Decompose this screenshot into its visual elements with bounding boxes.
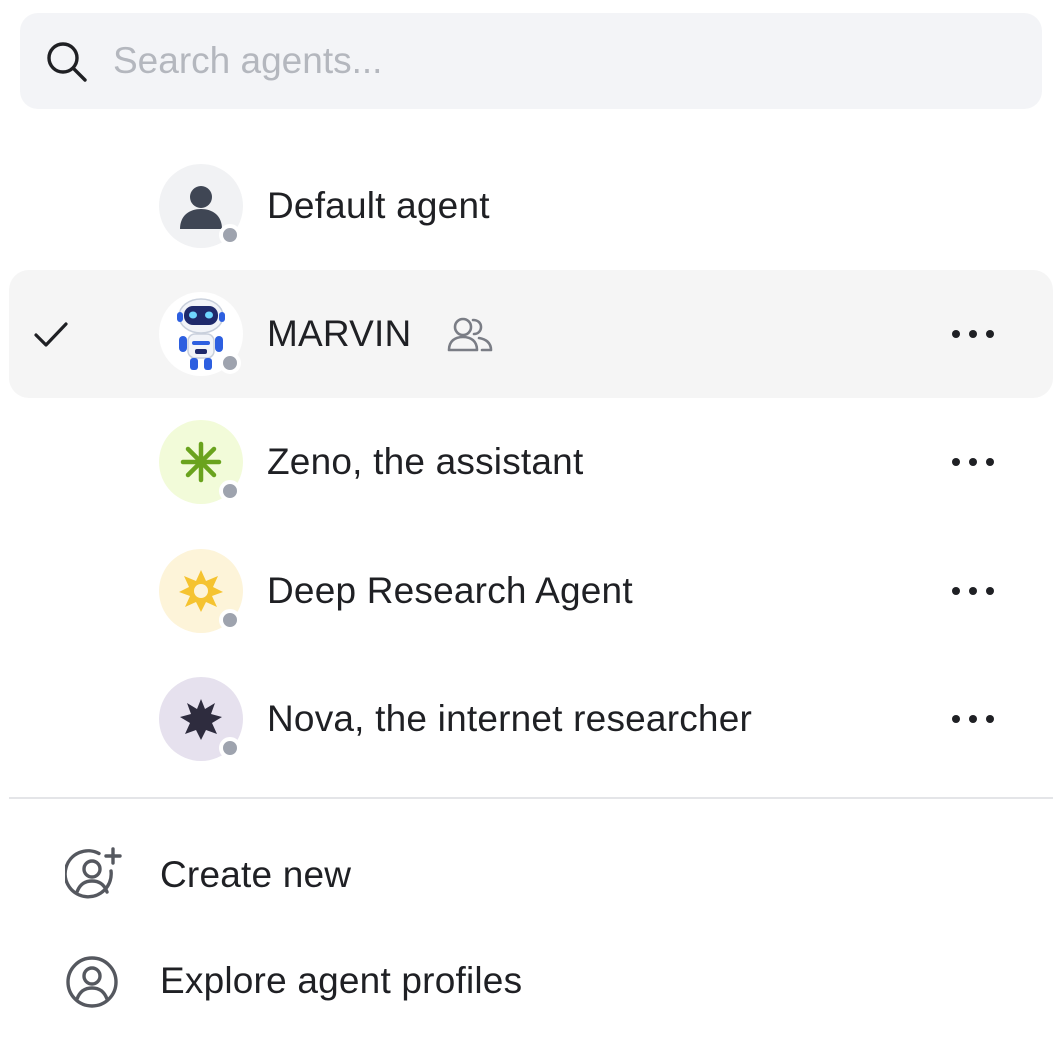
more-dot-icon xyxy=(952,330,960,338)
agent-row-nova[interactable]: Nova, the internet researcher xyxy=(9,655,1053,783)
status-dot xyxy=(219,352,241,374)
status-dot xyxy=(219,224,241,246)
asterisk-icon xyxy=(180,441,222,483)
more-options-button[interactable] xyxy=(939,699,1007,739)
status-dot xyxy=(219,737,241,759)
search-icon xyxy=(47,42,87,82)
shared-users-icon xyxy=(447,317,493,352)
avatar xyxy=(159,549,243,633)
status-dot xyxy=(219,609,241,631)
person-icon xyxy=(180,186,222,229)
more-options-button[interactable] xyxy=(939,571,1007,611)
more-options-button[interactable] xyxy=(939,314,1007,354)
status-dot xyxy=(219,480,241,502)
more-dot-icon xyxy=(969,330,977,338)
more-dot-icon xyxy=(969,458,977,466)
search-bar[interactable] xyxy=(20,13,1042,109)
agent-name: Deep Research Agent xyxy=(267,570,633,611)
explore-agent-profiles-label: Explore agent profiles xyxy=(160,960,523,1001)
more-options-button[interactable] xyxy=(939,442,1007,482)
agent-row-deep-research[interactable]: Deep Research Agent xyxy=(9,527,1053,655)
more-dot-icon xyxy=(952,715,960,723)
checkmark-icon xyxy=(34,322,68,347)
more-dot-icon xyxy=(952,458,960,466)
avatar xyxy=(159,420,243,504)
starburst-icon xyxy=(180,699,222,740)
create-new-button[interactable]: Create new xyxy=(9,825,1053,925)
more-dot-icon xyxy=(952,587,960,595)
agent-name: Zeno, the assistant xyxy=(267,441,584,482)
search-input[interactable] xyxy=(113,13,1013,109)
more-dot-icon xyxy=(969,715,977,723)
sun-icon xyxy=(179,570,223,612)
user-profile-icon xyxy=(66,956,118,1008)
more-dot-icon xyxy=(986,715,994,723)
more-dot-icon xyxy=(986,587,994,595)
agent-name: MARVIN xyxy=(267,313,412,354)
explore-agent-profiles-button[interactable]: Explore agent profiles xyxy=(9,931,1053,1031)
avatar xyxy=(159,292,243,376)
agent-row-marvin[interactable]: MARVIN xyxy=(9,270,1053,398)
more-dot-icon xyxy=(986,458,994,466)
avatar xyxy=(159,677,243,761)
avatar xyxy=(159,164,243,248)
agent-row-default[interactable]: Default agent xyxy=(9,142,1053,270)
add-user-icon xyxy=(65,847,122,899)
more-dot-icon xyxy=(969,587,977,595)
agent-name: Nova, the internet researcher xyxy=(267,698,752,739)
create-new-label: Create new xyxy=(160,854,352,895)
more-dot-icon xyxy=(986,330,994,338)
agent-name: Default agent xyxy=(267,185,490,226)
divider xyxy=(9,797,1053,799)
agent-row-zeno[interactable]: Zeno, the assistant xyxy=(9,398,1053,526)
